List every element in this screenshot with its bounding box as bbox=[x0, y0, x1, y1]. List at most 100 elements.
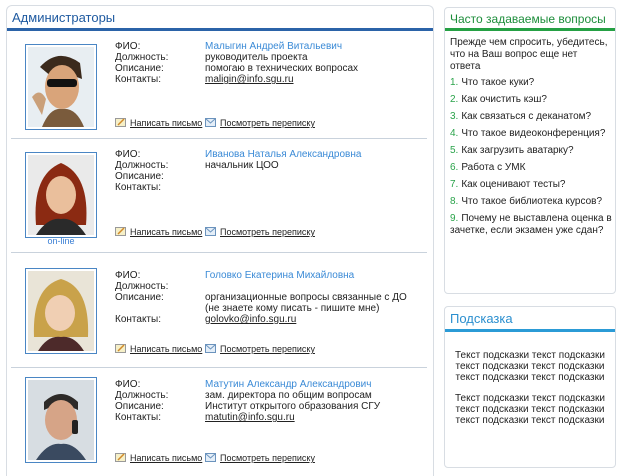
admin-description: организационные вопросы связанные с ДО bbox=[205, 292, 407, 303]
envelope-icon bbox=[205, 118, 216, 127]
faq-number: 9. bbox=[450, 213, 459, 224]
avatar-woman-red-hair bbox=[28, 155, 94, 235]
hint-panel: Подсказка Текст подсказки текст подсказк… bbox=[444, 306, 616, 468]
faq-item[interactable]: 3. Как связаться с деканатом? bbox=[450, 111, 615, 123]
fio-label: ФИО: bbox=[115, 379, 141, 390]
view-correspondence-label: Посмотреть переписку bbox=[220, 453, 315, 463]
view-correspondence-label: Посмотреть переписку bbox=[220, 344, 315, 354]
view-correspondence-label: Посмотреть переписку bbox=[220, 118, 315, 128]
faq-question: Как оценивают тесты? bbox=[461, 179, 566, 190]
position-label: Должность: bbox=[115, 390, 169, 401]
avatar-man-sunglasses bbox=[28, 47, 94, 127]
faq-item[interactable]: 4. Что такое видеоконференция? bbox=[450, 128, 615, 140]
envelope-icon bbox=[205, 453, 216, 462]
pencil-icon bbox=[115, 227, 126, 236]
hint-header: Подсказка bbox=[445, 307, 615, 332]
admin-position: зам. директора по общим вопросам bbox=[205, 390, 372, 401]
view-correspondence-link[interactable]: Посмотреть переписку bbox=[205, 117, 315, 129]
admin-email-link[interactable]: matutin@info.sgu.ru bbox=[205, 412, 295, 423]
fio-label: ФИО: bbox=[115, 270, 141, 281]
faq-header: Часто задаваемые вопросы bbox=[445, 8, 615, 31]
faq-item[interactable]: 6. Работа с УМК bbox=[450, 162, 615, 174]
faq-item[interactable]: 8. Что такое библиотека курсов? bbox=[450, 196, 615, 208]
faq-question: Почему не выставлена оценка в зачетке, е… bbox=[450, 213, 612, 236]
faq-question: Как загрузить аватарку? bbox=[461, 145, 574, 156]
write-letter-label: Написать письмо bbox=[130, 344, 203, 354]
faq-question: Что такое видеоконференция? bbox=[461, 128, 606, 139]
administrators-header: Администраторы bbox=[7, 6, 433, 31]
view-correspondence-label: Посмотреть переписку bbox=[220, 227, 315, 237]
write-letter-label: Написать письмо bbox=[130, 118, 203, 128]
administrators-title: Администраторы bbox=[12, 10, 116, 25]
hint-text: Текст подсказки текст подсказки текст по… bbox=[455, 393, 605, 426]
divider bbox=[11, 138, 427, 139]
admin-email-link[interactable]: maligin@info.sgu.ru bbox=[205, 74, 294, 85]
faq-number: 8. bbox=[450, 196, 459, 207]
admin-name[interactable]: Матутин Александр Александрович bbox=[205, 379, 371, 390]
faq-intro: Прежде чем спросить, убедитесь, что на В… bbox=[450, 37, 608, 72]
contacts-label: Контакты: bbox=[115, 74, 161, 85]
view-correspondence-link[interactable]: Посмотреть переписку bbox=[205, 452, 315, 464]
faq-title: Часто задаваемые вопросы bbox=[450, 12, 606, 26]
write-letter-label: Написать письмо bbox=[130, 227, 203, 237]
admin-photo[interactable] bbox=[25, 44, 97, 130]
faq-number: 4. bbox=[450, 128, 459, 139]
admin-name[interactable]: Головко Екатерина Михайловна bbox=[205, 270, 354, 281]
envelope-icon bbox=[205, 344, 216, 353]
faq-question: Что такое куки? bbox=[461, 77, 535, 88]
faq-number: 6. bbox=[450, 162, 459, 173]
write-letter-link[interactable]: Написать письмо bbox=[115, 343, 202, 355]
faq-item[interactable]: 2. Как очистить кэш? bbox=[450, 94, 615, 106]
pencil-icon bbox=[115, 118, 126, 127]
pencil-icon bbox=[115, 344, 126, 353]
faq-item[interactable]: 5. Как загрузить аватарку? bbox=[450, 145, 615, 157]
faq-item[interactable]: 9. Почему не выставлена оценка в зачетке,… bbox=[450, 213, 615, 237]
faq-panel: Часто задаваемые вопросы Прежде чем спро… bbox=[444, 7, 616, 294]
divider bbox=[11, 252, 427, 253]
hint-title: Подсказка bbox=[450, 311, 513, 326]
divider bbox=[11, 367, 427, 368]
description-label: Описание: bbox=[115, 63, 164, 74]
avatar-man-phone bbox=[28, 380, 94, 460]
description-label: Описание: bbox=[115, 171, 164, 182]
position-label: Должность: bbox=[115, 281, 169, 292]
contacts-label: Контакты: bbox=[115, 182, 161, 193]
admin-description: Институт открытого образования СГУ bbox=[205, 401, 381, 412]
description-label: Описание: bbox=[115, 401, 164, 412]
faq-question: Как связаться с деканатом? bbox=[461, 111, 592, 122]
contacts-label: Контакты: bbox=[115, 314, 161, 325]
faq-number: 5. bbox=[450, 145, 459, 156]
position-label: Должность: bbox=[115, 52, 169, 63]
admin-position: начальник ЦОО bbox=[205, 160, 279, 171]
avatar-woman-blonde bbox=[28, 271, 94, 351]
faq-number: 3. bbox=[450, 111, 459, 122]
faq-question: Как очистить кэш? bbox=[461, 94, 547, 105]
admin-photo[interactable] bbox=[25, 268, 97, 354]
faq-question: Что такое библиотека курсов? bbox=[461, 196, 603, 207]
fio-label: ФИО: bbox=[115, 149, 141, 160]
admin-photo[interactable] bbox=[25, 152, 97, 238]
pencil-icon bbox=[115, 453, 126, 462]
faq-item[interactable]: 7. Как оценивают тесты? bbox=[450, 179, 615, 191]
position-label: Должность: bbox=[115, 160, 169, 171]
admin-name[interactable]: Малыгин Андрей Витальевич bbox=[205, 41, 342, 52]
faq-number: 2. bbox=[450, 94, 459, 105]
view-correspondence-link[interactable]: Посмотреть переписку bbox=[205, 226, 315, 238]
faq-number: 1. bbox=[450, 77, 459, 88]
fio-label: ФИО: bbox=[115, 41, 141, 52]
write-letter-link[interactable]: Написать письмо bbox=[115, 226, 202, 238]
contacts-label: Контакты: bbox=[115, 412, 161, 423]
hint-text: Текст подсказки текст подсказки текст по… bbox=[455, 350, 605, 383]
faq-item[interactable]: 1. Что такое куки? bbox=[450, 77, 615, 89]
faq-question: Работа с УМК bbox=[461, 162, 526, 173]
admin-name[interactable]: Иванова Наталья Александровна bbox=[205, 149, 361, 160]
admin-photo[interactable] bbox=[25, 377, 97, 463]
view-correspondence-link[interactable]: Посмотреть переписку bbox=[205, 343, 315, 355]
admin-email-link[interactable]: golovko@info.sgu.ru bbox=[205, 314, 296, 325]
write-letter-link[interactable]: Написать письмо bbox=[115, 117, 202, 129]
write-letter-link[interactable]: Написать письмо bbox=[115, 452, 202, 464]
online-status: on-line bbox=[47, 236, 75, 246]
faq-number: 7. bbox=[450, 179, 459, 190]
admin-description: помогаю в технических вопросах bbox=[205, 63, 359, 74]
admin-description-line2: (не знаете кому писать - пишите мне) bbox=[205, 303, 380, 314]
